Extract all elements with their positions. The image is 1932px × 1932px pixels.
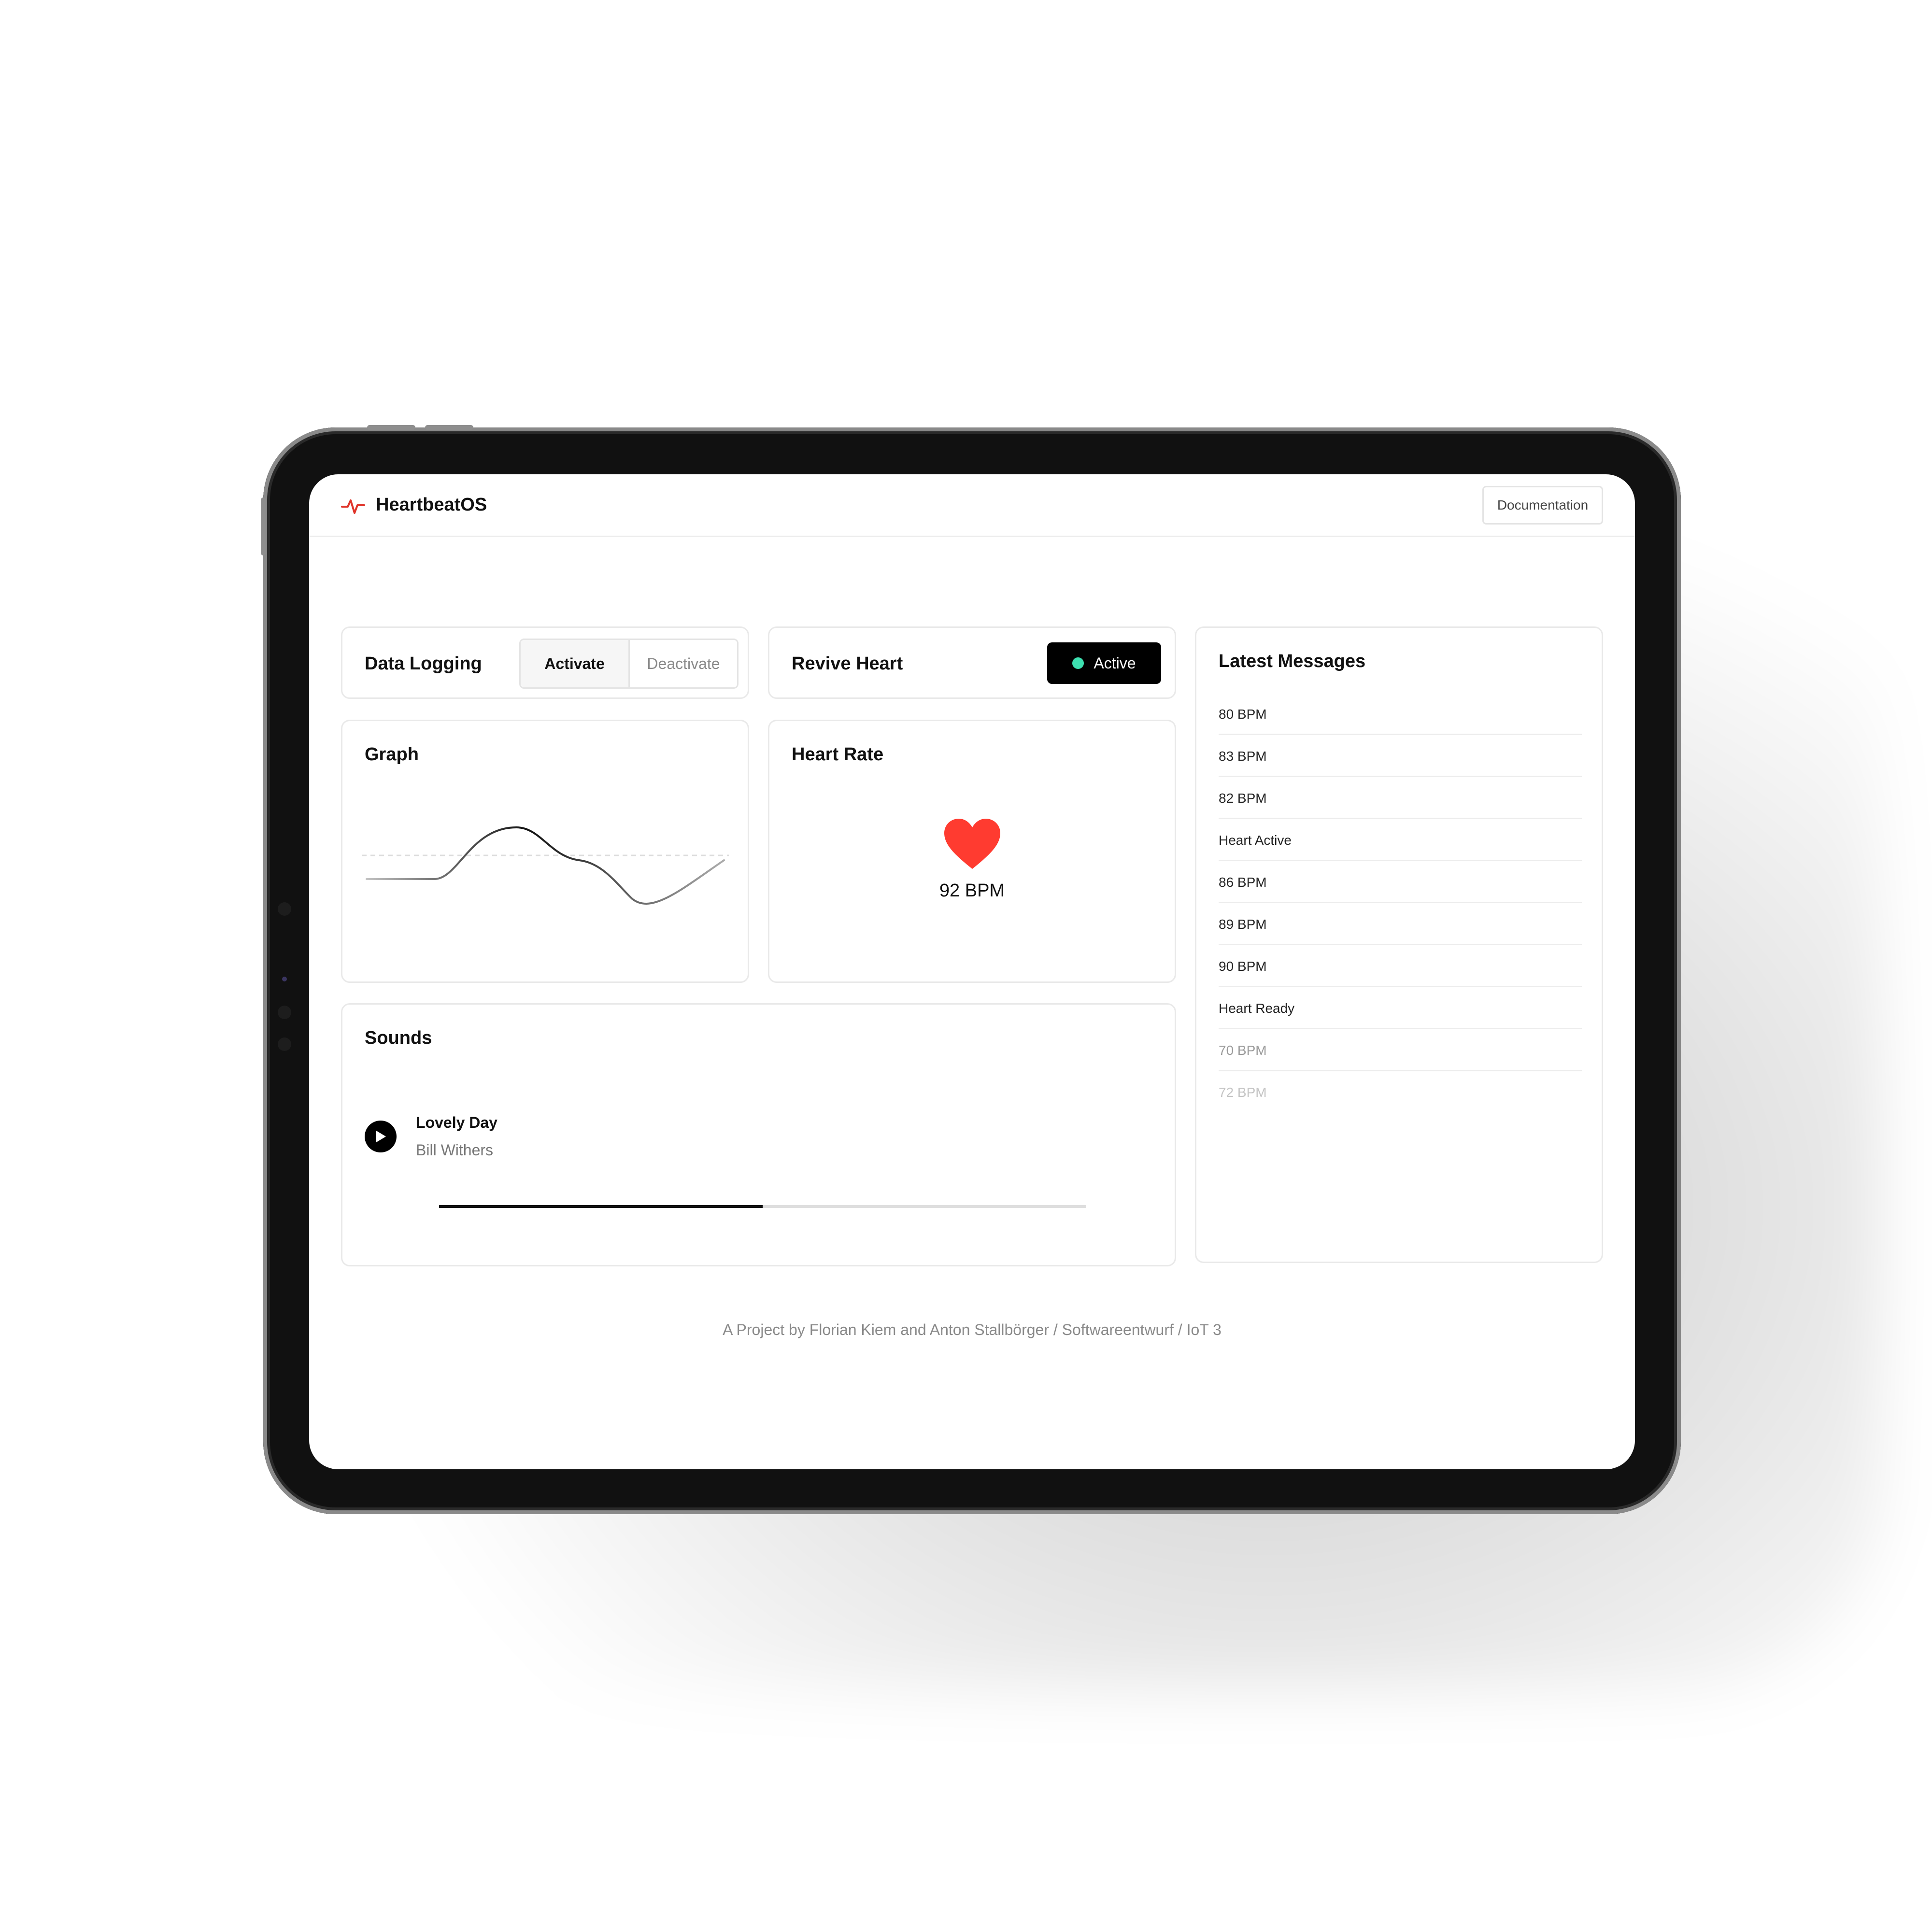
heart-rate-card: Heart Rate 92 BPM xyxy=(768,720,1176,983)
sounds-card: Sounds Lovely Day Bill Withers xyxy=(341,1003,1176,1266)
top-bar: HeartbeatOS Documentation xyxy=(309,474,1635,537)
graph-title: Graph xyxy=(365,744,419,765)
track-artist: Bill Withers xyxy=(416,1141,494,1159)
side-sensor xyxy=(278,902,291,916)
revive-heart-title: Revive Heart xyxy=(792,653,903,674)
play-icon xyxy=(376,1131,386,1142)
message-item: 90 BPM xyxy=(1219,945,1582,987)
message-item: 82 BPM xyxy=(1219,777,1582,819)
footer-credits: A Project by Florian Kiem and Anton Stal… xyxy=(723,1321,1222,1338)
heartbeat-logo-icon xyxy=(341,499,365,514)
latest-messages-title: Latest Messages xyxy=(1219,651,1366,671)
track-title: Lovely Day xyxy=(416,1114,497,1131)
heart-rate-title: Heart Rate xyxy=(792,744,884,765)
playback-progress-bar[interactable] xyxy=(439,1205,1086,1208)
side-sensor-2 xyxy=(278,1006,291,1019)
status-label: Active xyxy=(1094,654,1136,672)
revive-heart-status-button[interactable]: Active xyxy=(1047,642,1161,684)
data-logging-title: Data Logging xyxy=(365,653,482,674)
documentation-button[interactable]: Documentation xyxy=(1482,486,1603,525)
message-item: 89 BPM xyxy=(1219,903,1582,945)
message-list: 80 BPM 83 BPM 82 BPM Heart Active 86 BPM… xyxy=(1219,693,1582,1113)
message-item: 86 BPM xyxy=(1219,861,1582,903)
side-button xyxy=(261,497,266,555)
latest-messages-card: Latest Messages 80 BPM 83 BPM 82 BPM Hea… xyxy=(1195,626,1603,1263)
play-button[interactable] xyxy=(365,1121,397,1152)
graph-line xyxy=(366,826,725,905)
side-led xyxy=(282,977,287,981)
volume-button-2 xyxy=(425,425,473,430)
activate-button[interactable]: Activate xyxy=(521,640,630,687)
message-item: Heart Active xyxy=(1219,819,1582,861)
side-sensor-3 xyxy=(278,1037,291,1051)
volume-button xyxy=(367,425,415,430)
deactivate-button[interactable]: Deactivate xyxy=(630,640,737,687)
graph-card: Graph xyxy=(341,720,749,983)
data-logging-card: Data Logging Activate Deactivate xyxy=(341,626,749,699)
app-title: HeartbeatOS xyxy=(376,495,487,515)
app-screen: HeartbeatOS Documentation Data Logging A… xyxy=(309,474,1635,1469)
message-item: 72 BPM xyxy=(1219,1085,1267,1100)
heart-rate-value: 92 BPM xyxy=(939,881,1005,901)
data-logging-toggle: Activate Deactivate xyxy=(519,639,739,689)
message-item: Heart Ready xyxy=(1219,987,1582,1029)
heart-icon xyxy=(944,819,1000,869)
heartbeat-graph xyxy=(362,826,729,905)
sounds-title: Sounds xyxy=(365,1028,432,1048)
message-item: 83 BPM xyxy=(1219,735,1582,777)
revive-heart-card: Revive Heart Active xyxy=(768,626,1176,699)
message-item: 80 BPM xyxy=(1219,693,1582,735)
playback-progress-fill xyxy=(439,1205,763,1208)
status-dot-icon xyxy=(1072,657,1084,669)
message-item: 70 BPM xyxy=(1219,1029,1582,1071)
